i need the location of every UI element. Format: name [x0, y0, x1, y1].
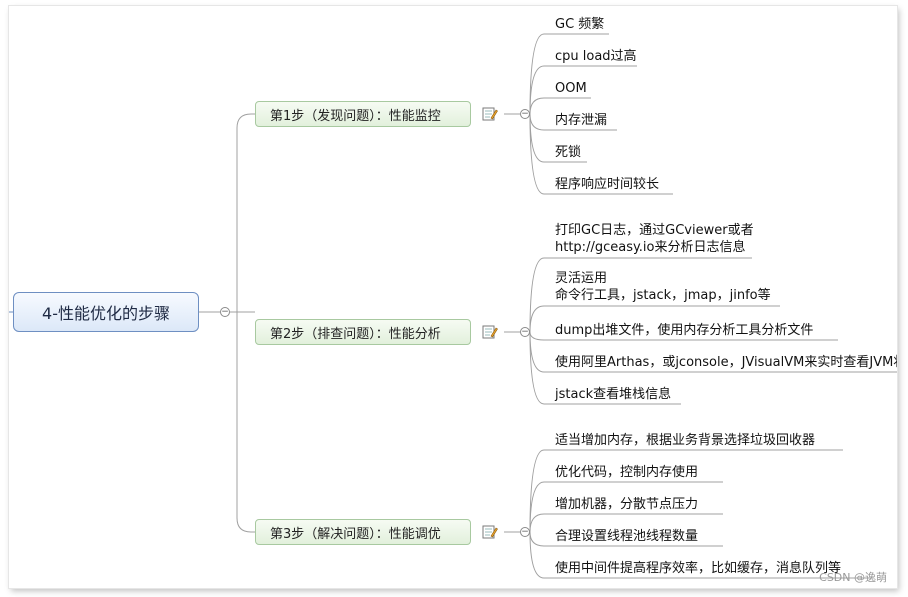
leaf-item: 内存泄漏: [555, 113, 608, 128]
mindmap-canvas: 4-性能优化的步骤 − 第1步（发现问题）：性能监控 − GC 频繁 cpu l…: [9, 6, 897, 588]
leaf-item: 打印GC日志，通过GCviewer或者 http://gceasy.io来分析日…: [555, 222, 754, 256]
leaf-item: cpu load过高: [555, 49, 637, 64]
branch-label: 第1步（发现问题）：性能监控: [270, 108, 441, 124]
collapse-icon[interactable]: −: [520, 327, 530, 337]
leaf-item: 程序响应时间较长: [555, 177, 660, 192]
leaf-item: 优化代码，控制内存使用: [555, 465, 699, 480]
leaf-item: 死锁: [555, 145, 582, 160]
leaf-item: 适当增加内存，根据业务背景选择垃圾回收器: [555, 433, 816, 448]
branch-label: 第3步（解决问题）：性能调优: [270, 526, 441, 542]
collapse-icon[interactable]: −: [520, 527, 530, 537]
leaf-item: GC 频繁: [555, 17, 605, 32]
watermark: CSDN @逸萌: [819, 571, 887, 584]
note-pencil-icon[interactable]: [482, 524, 498, 540]
collapse-icon[interactable]: −: [220, 307, 230, 317]
leaf-line: 灵活运用: [555, 271, 608, 286]
leaf-item: 灵活运用 命令行工具，jstack，jmap，jinfo等: [555, 270, 771, 304]
leaf-item: jstack查看堆栈信息: [555, 387, 672, 402]
leaf-item: OOM: [555, 81, 587, 96]
note-pencil-icon[interactable]: [482, 324, 498, 340]
branch-step1[interactable]: 第1步（发现问题）：性能监控: [255, 101, 471, 127]
leaf-item: 合理设置线程池线程数量: [555, 529, 699, 544]
leaf-item: 使用阿里Arthas，或jconsole，JVisualVM来实时查看JVM状态: [555, 355, 897, 370]
root-label: 4-性能优化的步骤: [42, 304, 170, 323]
collapse-icon[interactable]: −: [520, 109, 530, 119]
leaf-line: http://gceasy.io来分析日志信息: [555, 240, 746, 255]
leaf-item: 使用中间件提高程序效率，比如缓存，消息队列等: [555, 561, 842, 576]
note-pencil-icon[interactable]: [482, 106, 498, 122]
branch-step2[interactable]: 第2步（排查问题）：性能分析: [255, 319, 471, 345]
leaf-line: 命令行工具，jstack，jmap，jinfo等: [555, 288, 771, 303]
root-node[interactable]: 4-性能优化的步骤: [13, 292, 199, 332]
branch-step3[interactable]: 第3步（解决问题）：性能调优: [255, 519, 471, 545]
leaf-item: 增加机器，分散节点压力: [555, 497, 699, 512]
branch-label: 第2步（排查问题）：性能分析: [270, 326, 441, 342]
leaf-item: dump出堆文件，使用内存分析工具分析文件: [555, 323, 814, 338]
leaf-line: 打印GC日志，通过GCviewer或者: [555, 223, 754, 238]
